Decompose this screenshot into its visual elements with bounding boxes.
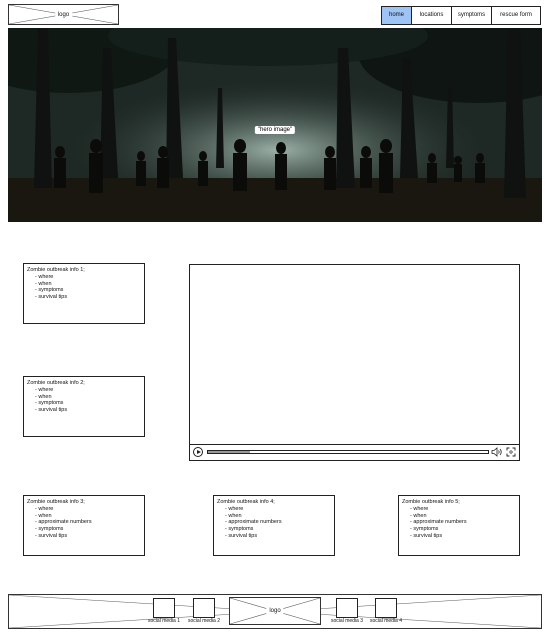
list-item: approximate numbers — [225, 519, 331, 526]
hero-image-label: "hero image" — [254, 126, 296, 134]
info-box-1: Zombie outbreak info 1; where when sympt… — [23, 263, 145, 324]
list-item: symptoms — [35, 526, 141, 533]
list-item: survival tips — [225, 533, 331, 540]
play-icon[interactable] — [193, 447, 203, 457]
header-logo[interactable]: logo — [8, 4, 119, 25]
main-nav: home locations symptoms rescue form — [381, 6, 541, 25]
social-media-icon — [336, 598, 358, 618]
nav-locations[interactable]: locations — [412, 7, 452, 24]
info-box-4: Zombie outbreak info 4; where when appro… — [213, 495, 335, 556]
list-item: where — [225, 506, 331, 513]
social-label: social media 2 — [188, 618, 220, 624]
social-label: social media 3 — [331, 618, 363, 624]
logo-label: logo — [266, 607, 284, 615]
list-item: survival tips — [35, 533, 141, 540]
list-item: symptoms — [225, 526, 331, 533]
seek-bar[interactable] — [207, 450, 489, 454]
logo-label: logo — [54, 10, 73, 19]
info-box-title: Zombie outbreak info 5; — [402, 499, 460, 505]
social-label: social media 1 — [148, 618, 180, 624]
seek-progress — [208, 451, 250, 453]
list-item: where — [35, 387, 141, 394]
list-item: symptoms — [35, 287, 141, 294]
list-item: when — [35, 281, 141, 288]
nav-rescue-form[interactable]: rescue form — [492, 7, 540, 24]
social-link-2[interactable]: social media 2 — [184, 598, 224, 626]
nav-symptoms[interactable]: symptoms — [452, 7, 492, 24]
info-box-title: Zombie outbreak info 3; — [27, 499, 85, 505]
list-item: symptoms — [410, 526, 516, 533]
list-item: where — [410, 506, 516, 513]
video-controls — [190, 444, 519, 460]
info-box-title: Zombie outbreak info 4; — [217, 499, 275, 505]
social-label: social media 4 — [370, 618, 402, 624]
fullscreen-icon[interactable] — [506, 447, 516, 457]
info-box-3: Zombie outbreak info 3; where when appro… — [23, 495, 145, 556]
volume-icon[interactable] — [491, 447, 503, 457]
list-item: where — [35, 274, 141, 281]
list-item: when — [35, 394, 141, 401]
nav-home[interactable]: home — [382, 7, 412, 24]
video-player[interactable] — [189, 264, 520, 461]
info-box-title: Zombie outbreak info 1; — [27, 267, 85, 273]
list-item: approximate numbers — [35, 519, 141, 526]
list-item: symptoms — [35, 400, 141, 407]
footer-logo[interactable]: logo — [229, 597, 321, 625]
social-media-icon — [153, 598, 175, 618]
list-item: survival tips — [410, 533, 516, 540]
list-item: approximate numbers — [410, 519, 516, 526]
info-box-2: Zombie outbreak info 2; where when sympt… — [23, 376, 145, 437]
info-box-title: Zombie outbreak info 2; — [27, 380, 85, 386]
social-media-icon — [375, 598, 397, 618]
list-item: when — [410, 513, 516, 520]
social-link-3[interactable]: social media 3 — [326, 598, 368, 626]
hero-image: "hero image" — [8, 28, 542, 222]
list-item: where — [35, 506, 141, 513]
hero-forest-illustration — [8, 28, 542, 222]
social-media-icon — [193, 598, 215, 618]
list-item: survival tips — [35, 294, 141, 301]
info-box-5: Zombie outbreak info 5; where when appro… — [398, 495, 520, 556]
list-item: when — [225, 513, 331, 520]
social-link-1[interactable]: social media 1 — [144, 598, 184, 626]
list-item: survival tips — [35, 407, 141, 414]
social-link-4[interactable]: social media 4 — [365, 598, 407, 626]
list-item: when — [35, 513, 141, 520]
